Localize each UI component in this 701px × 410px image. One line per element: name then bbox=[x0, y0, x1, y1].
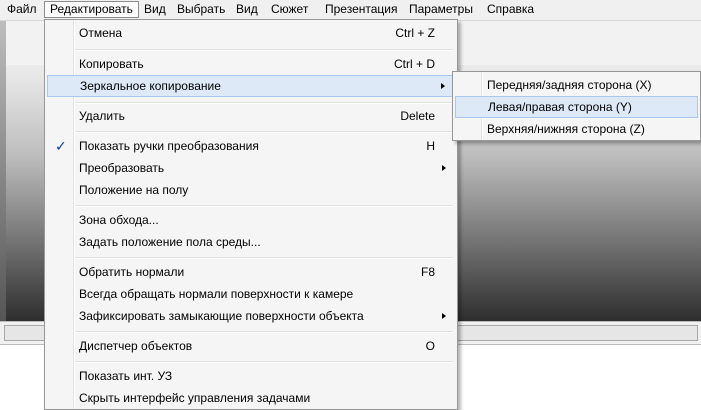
menu-item-object-manager[interactable]: Диспетчер объектов O bbox=[47, 335, 455, 357]
submenu-arrow-icon bbox=[442, 313, 446, 319]
menu-item-normals-to-camera[interactable]: Всегда обращать нормали поверхности к ка… bbox=[47, 283, 455, 305]
menu-item-floor-position[interactable]: Положение на полу bbox=[47, 179, 455, 201]
menu-item-show-transform-handles[interactable]: ✓ Показать ручки преобразования H bbox=[47, 135, 455, 157]
menu-item-copy[interactable]: Копировать Ctrl + D bbox=[47, 53, 455, 75]
menu-item-flip-normals[interactable]: Обратить нормали F8 bbox=[47, 261, 455, 283]
menu-item-shortcut: Ctrl + Z bbox=[395, 26, 435, 40]
submenu-item-label: Верхняя/нижняя сторона (Z) bbox=[487, 122, 645, 136]
menubar-options[interactable]: Параметры bbox=[404, 1, 478, 18]
menu-item-undo[interactable]: Отмена Ctrl + Z bbox=[47, 22, 455, 44]
submenu-arrow-icon bbox=[441, 83, 445, 89]
menu-item-label: Диспетчер объектов bbox=[79, 339, 193, 353]
mirror-copy-submenu: Передняя/задняя сторона (X) Левая/правая… bbox=[452, 71, 701, 141]
checkmark-icon: ✓ bbox=[55, 138, 67, 154]
viewport-left-edge bbox=[0, 21, 6, 321]
menubar-edit[interactable]: Редактировать bbox=[44, 1, 139, 18]
menu-separator bbox=[75, 361, 453, 363]
submenu-item-label: Передняя/задняя сторона (X) bbox=[487, 78, 652, 92]
submenu-item-label: Левая/правая сторона (Y) bbox=[488, 100, 632, 114]
menu-separator bbox=[75, 331, 453, 333]
menu-separator bbox=[75, 131, 453, 133]
menu-item-hide-task-ui[interactable]: Скрыть интерфейс управления задачами bbox=[47, 387, 455, 409]
menu-item-shortcut: H bbox=[426, 139, 435, 153]
submenu-item-front-back[interactable]: Передняя/задняя сторона (X) bbox=[455, 74, 698, 96]
submenu-arrow-icon bbox=[442, 165, 446, 171]
menubar-help[interactable]: Справка bbox=[482, 1, 539, 18]
menu-item-label: Задать положение пола среды... bbox=[79, 235, 261, 249]
menu-separator bbox=[75, 49, 453, 51]
menu-item-label: Всегда обращать нормали поверхности к ка… bbox=[79, 287, 354, 301]
menu-item-label: Преобразовать bbox=[79, 161, 165, 175]
menu-item-label: Положение на полу bbox=[79, 183, 189, 197]
menubar-view-2[interactable]: Вид bbox=[231, 1, 263, 18]
menu-separator bbox=[75, 102, 453, 104]
menu-item-walk-zone[interactable]: Зона обхода... bbox=[47, 209, 455, 231]
menu-item-label: Удалить bbox=[79, 109, 125, 123]
menu-item-label: Зафиксировать замыкающие поверхности объ… bbox=[79, 309, 364, 323]
menubar-story[interactable]: Сюжет bbox=[266, 1, 313, 18]
menu-item-shortcut: Ctrl + D bbox=[393, 57, 435, 71]
menu-item-label: Копировать bbox=[79, 57, 144, 71]
menubar-file[interactable]: Файл bbox=[2, 1, 42, 18]
menu-item-shortcut: F8 bbox=[420, 265, 435, 279]
menubar-presentation[interactable]: Презентация bbox=[320, 1, 403, 18]
menu-item-label: Показать инт. УЗ bbox=[79, 369, 173, 383]
menu-item-label: Зона обхода... bbox=[79, 213, 159, 227]
menu-item-label: Зеркальное копирование bbox=[80, 79, 221, 93]
menu-item-fix-closing-surfaces[interactable]: Зафиксировать замыкающие поверхности объ… bbox=[47, 305, 455, 327]
menu-item-label: Показать ручки преобразования bbox=[79, 139, 259, 153]
menu-item-label: Скрыть интерфейс управления задачами bbox=[79, 391, 311, 405]
menu-bar: Файл Редактировать Вид Выбрать Вид Сюжет… bbox=[0, 0, 701, 21]
menu-separator bbox=[75, 205, 453, 207]
menu-separator bbox=[75, 257, 453, 259]
menu-item-label: Отмена bbox=[79, 26, 123, 40]
menubar-select[interactable]: Выбрать bbox=[172, 1, 230, 18]
menubar-view[interactable]: Вид bbox=[139, 1, 171, 18]
menu-item-mirror-copy[interactable]: Зеркальное копирование bbox=[47, 75, 455, 97]
menu-item-shortcut: O bbox=[425, 339, 435, 353]
menu-item-shortcut: Delete bbox=[400, 109, 435, 123]
menu-item-set-environment-floor[interactable]: Задать положение пола среды... bbox=[47, 231, 455, 253]
edit-menu: Отмена Ctrl + Z Копировать Ctrl + D Зерк… bbox=[44, 19, 458, 410]
menu-item-transform[interactable]: Преобразовать bbox=[47, 157, 455, 179]
menu-item-label: Обратить нормали bbox=[79, 265, 185, 279]
menu-item-delete[interactable]: Удалить Delete bbox=[47, 105, 455, 127]
menu-item-show-ui-nodes[interactable]: Показать инт. УЗ bbox=[47, 365, 455, 387]
submenu-item-top-bottom[interactable]: Верхняя/нижняя сторона (Z) bbox=[455, 118, 698, 140]
submenu-item-left-right[interactable]: Левая/правая сторона (Y) bbox=[455, 96, 698, 118]
